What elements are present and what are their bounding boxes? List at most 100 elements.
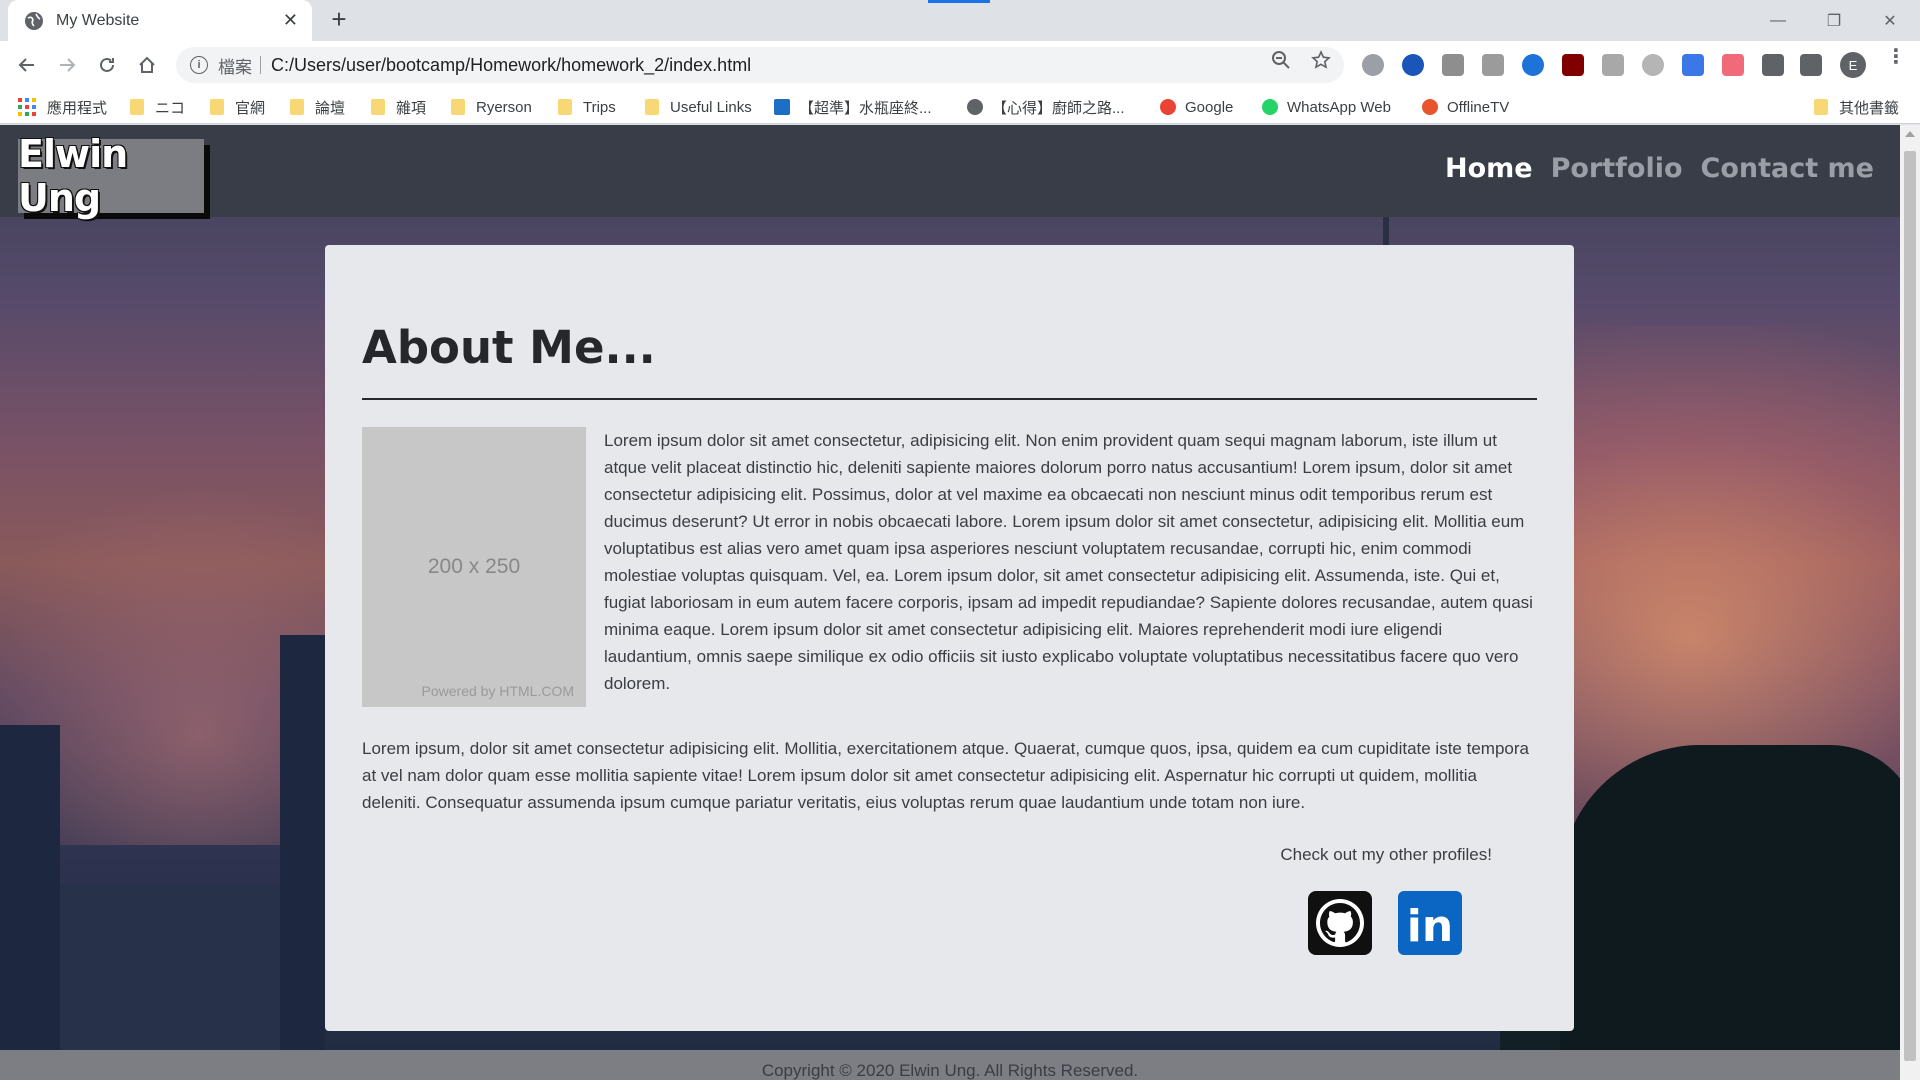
google-icon bbox=[1160, 99, 1176, 115]
bookmark-other[interactable]: 其他書籤 bbox=[1814, 96, 1899, 118]
bookmark-label: Useful Links bbox=[670, 98, 752, 116]
page-viewport: Elwin Ung Home Portfolio Contact me Abou… bbox=[0, 125, 1900, 1080]
home-icon bbox=[139, 56, 155, 73]
folder-icon bbox=[645, 99, 659, 115]
linkedin-letters: in bbox=[1407, 901, 1453, 952]
whatsapp-icon bbox=[1262, 99, 1278, 115]
nav-home[interactable]: Home bbox=[1445, 153, 1533, 184]
media-control-icon[interactable] bbox=[1800, 54, 1822, 76]
logo-text: Elwin Ung bbox=[18, 132, 128, 220]
linkedin-link[interactable]: in bbox=[1398, 891, 1462, 955]
extension-mail-icon[interactable] bbox=[1522, 54, 1544, 76]
address-separator bbox=[260, 56, 261, 74]
bookmark-folder[interactable]: 論壇 bbox=[290, 96, 345, 118]
bookmark-label: OfflineTV bbox=[1447, 98, 1510, 116]
bookmark-link[interactable]: OfflineTV bbox=[1422, 96, 1509, 118]
bookmarks-bar: 應用程式 ニコ 官網 論壇 雜項 Ryerson Trips Useful Li… bbox=[0, 88, 1920, 124]
linkedin-icon: in bbox=[1398, 891, 1462, 955]
extensions-icon[interactable] bbox=[1762, 54, 1784, 76]
bookmark-label: ニコ bbox=[155, 99, 186, 117]
offlinetv-icon bbox=[1422, 99, 1438, 115]
file-scheme-label: 檔案 bbox=[218, 57, 252, 77]
url-text[interactable]: C:/Users/user/bootcamp/Homework/homework… bbox=[271, 55, 1344, 76]
extension-bag-icon[interactable] bbox=[1442, 54, 1464, 76]
new-tab-button[interactable]: + bbox=[326, 6, 352, 33]
bookmark-label: 雜項 bbox=[396, 99, 427, 117]
placeholder-size-label: 200 x 250 bbox=[427, 555, 521, 578]
tab-search-indicator bbox=[928, 0, 990, 3]
about-paragraph-2: Lorem ipsum, dolor sit amet consectetur … bbox=[362, 739, 1529, 812]
extension-shield-icon[interactable] bbox=[1682, 54, 1704, 76]
scroll-up-arrow-icon[interactable] bbox=[1905, 131, 1915, 137]
extension-cast-icon[interactable] bbox=[1722, 54, 1744, 76]
page-title: About Me... bbox=[362, 321, 656, 374]
extension-help-icon[interactable] bbox=[1362, 54, 1384, 76]
extension-link-icon[interactable] bbox=[1642, 54, 1664, 76]
tab-close-icon[interactable]: ✕ bbox=[283, 10, 298, 31]
copyright-text: Copyright © 2020 Elwin Ung. All Rights R… bbox=[761, 1061, 1139, 1080]
bookmark-label: 【超準】水瓶座終... bbox=[799, 99, 932, 117]
bookmark-link[interactable]: 【心得】廚師之路... bbox=[967, 96, 1125, 118]
background-trees bbox=[1560, 745, 1900, 1080]
github-link[interactable] bbox=[1308, 891, 1372, 955]
folder-icon bbox=[290, 99, 304, 115]
profile-image-placeholder: 200 x 250 Powered by HTML.COM bbox=[362, 427, 586, 707]
folder-icon bbox=[210, 99, 224, 115]
back-button[interactable] bbox=[12, 50, 42, 80]
site-nav: Home Portfolio Contact me bbox=[1445, 153, 1874, 184]
site-footer: Copyright © 2020 Elwin Ung. All Rights R… bbox=[0, 1050, 1900, 1080]
github-icon bbox=[1316, 899, 1364, 947]
folder-icon bbox=[451, 99, 465, 115]
bookmark-link[interactable]: Google bbox=[1160, 96, 1233, 118]
scroll-thumb[interactable] bbox=[1904, 151, 1916, 1061]
folder-icon bbox=[558, 99, 572, 115]
bookmark-folder[interactable]: Useful Links bbox=[645, 96, 752, 118]
bookmark-label: Google bbox=[1185, 98, 1234, 116]
tab-strip: My Website ✕ + — ❐ ✕ bbox=[0, 0, 1920, 41]
bookmark-label: WhatsApp Web bbox=[1287, 98, 1391, 116]
nav-contact[interactable]: Contact me bbox=[1701, 153, 1874, 184]
site-header: Elwin Ung Home Portfolio Contact me bbox=[0, 125, 1900, 220]
bookmark-link[interactable]: WhatsApp Web bbox=[1262, 96, 1391, 118]
menu-icon[interactable]: ⋮ bbox=[1886, 47, 1906, 67]
profiles-caption: Check out my other profiles! bbox=[1280, 845, 1492, 864]
browser-toolbar: i 檔案 C:/Users/user/bootcamp/Homework/hom… bbox=[0, 41, 1920, 88]
profile-avatar[interactable]: E bbox=[1840, 52, 1866, 78]
address-bar[interactable]: i 檔案 C:/Users/user/bootcamp/Homework/hom… bbox=[176, 47, 1344, 83]
about-card: About Me... 200 x 250 Powered by HTML.CO… bbox=[325, 245, 1574, 1031]
bookmark-folder[interactable]: 官網 bbox=[210, 96, 265, 118]
bookmark-link[interactable]: 【超準】水瓶座終... bbox=[774, 96, 932, 118]
home-button[interactable] bbox=[132, 50, 162, 80]
star-icon[interactable] bbox=[1311, 50, 1331, 70]
bookmark-label: 官網 bbox=[235, 99, 266, 117]
restore-icon[interactable]: ❐ bbox=[1806, 0, 1862, 41]
bookmark-folder[interactable]: Ryerson bbox=[451, 96, 532, 118]
background-building bbox=[280, 635, 325, 1080]
tab-title: My Website bbox=[56, 11, 140, 29]
bookmark-label: 其他書籤 bbox=[1839, 99, 1900, 117]
bookmark-folder[interactable]: ニコ bbox=[130, 96, 185, 118]
reload-button[interactable] bbox=[92, 50, 122, 80]
nav-portfolio[interactable]: Portfolio bbox=[1551, 153, 1683, 184]
bookmark-folder[interactable]: Trips bbox=[558, 96, 616, 118]
bookmark-label: 【心得】廚師之路... bbox=[992, 99, 1125, 117]
page-scrollbar[interactable] bbox=[1900, 125, 1920, 1080]
info-icon[interactable]: i bbox=[190, 56, 208, 74]
forward-button[interactable] bbox=[52, 50, 82, 80]
browser-tab[interactable]: My Website ✕ bbox=[8, 0, 312, 41]
zoom-icon[interactable] bbox=[1271, 50, 1291, 70]
minimize-icon[interactable]: — bbox=[1750, 0, 1806, 41]
about-paragraph-1: Lorem ipsum dolor sit amet consectetur, … bbox=[604, 431, 1533, 693]
close-window-icon[interactable]: ✕ bbox=[1862, 0, 1918, 41]
folder-icon bbox=[371, 99, 385, 115]
bookmark-apps[interactable]: 應用程式 bbox=[18, 96, 107, 118]
extension-translate-icon[interactable] bbox=[1602, 54, 1624, 76]
extension-ublock-icon[interactable] bbox=[1562, 54, 1584, 76]
site-l-icon bbox=[774, 99, 790, 115]
apps-grid-icon bbox=[18, 98, 36, 116]
extension-globe-icon[interactable] bbox=[1402, 54, 1424, 76]
extension-pdf-icon[interactable] bbox=[1482, 54, 1504, 76]
bookmark-folder[interactable]: 雜項 bbox=[371, 96, 426, 118]
site-logo[interactable]: Elwin Ung bbox=[18, 132, 204, 220]
background-building bbox=[0, 725, 60, 1080]
